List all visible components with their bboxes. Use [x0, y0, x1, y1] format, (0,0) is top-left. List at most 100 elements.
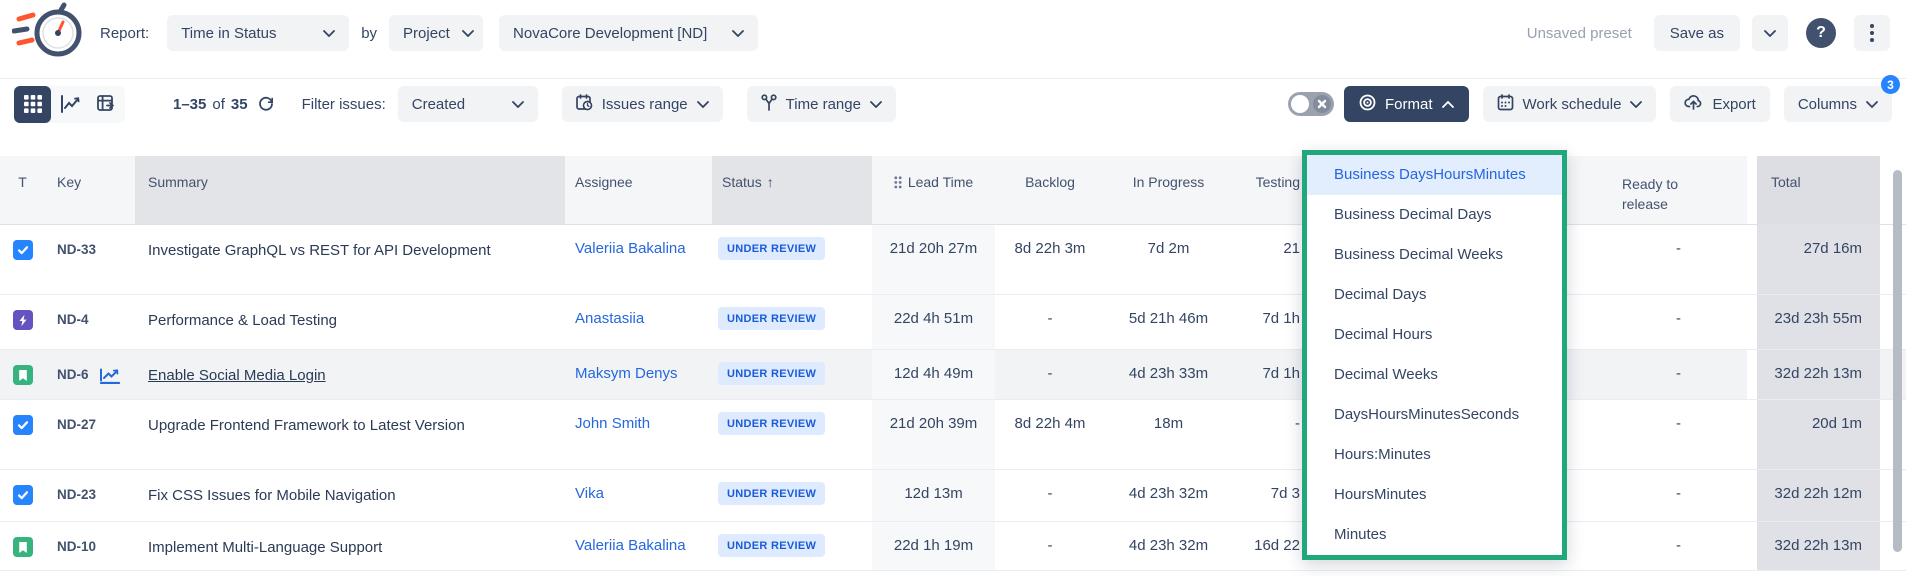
- issue-key[interactable]: ND-6: [57, 367, 89, 382]
- format-menu-item[interactable]: Business Decimal Days: [1307, 195, 1562, 235]
- format-menu-item[interactable]: Hours:Minutes: [1307, 435, 1562, 475]
- refresh-icon[interactable]: [258, 96, 274, 112]
- drag-handle-icon[interactable]: [894, 176, 902, 192]
- issue-key[interactable]: ND-27: [57, 417, 96, 432]
- work-schedule-button[interactable]: Work schedule: [1483, 86, 1657, 122]
- bolt-icon: [13, 310, 33, 330]
- issue-summary-link[interactable]: Investigate GraphQL vs REST for API Deve…: [148, 242, 491, 259]
- column-header-key[interactable]: Key: [45, 156, 135, 224]
- chevron-down-icon: [311, 30, 335, 37]
- status-badge: UNDER REVIEW: [718, 534, 825, 557]
- format-menu-item[interactable]: Minutes: [1307, 515, 1562, 555]
- report-type-select[interactable]: Time in Status: [167, 15, 349, 51]
- help-button[interactable]: ?: [1806, 18, 1836, 48]
- table-row[interactable]: ND-10 Implement Multi-Language Support V…: [0, 522, 1906, 571]
- issues-range-button[interactable]: Issues range: [562, 86, 723, 122]
- column-header-type[interactable]: T: [0, 156, 45, 224]
- preset-status-text: Unsaved preset: [1527, 25, 1632, 42]
- format-dropdown-menu: Business DaysHoursMinutes Business Decim…: [1302, 150, 1567, 560]
- column-header-in-progress[interactable]: In Progress: [1105, 156, 1232, 224]
- calendar-icon: [1497, 94, 1514, 115]
- format-menu-item[interactable]: DaysHoursMinutesSeconds: [1307, 395, 1562, 435]
- column-header-ready-to-release[interactable]: Ready to release: [1610, 156, 1747, 224]
- in-progress-value: 4d 23h 33m: [1105, 350, 1232, 399]
- cloud-export-icon: [1684, 94, 1703, 114]
- status-badge: UNDER REVIEW: [718, 362, 825, 385]
- group-by-select[interactable]: Project: [389, 15, 483, 51]
- format-menu-item[interactable]: Decimal Hours: [1307, 315, 1562, 355]
- export-button[interactable]: Export: [1670, 86, 1769, 122]
- assignee-link[interactable]: Valeriia Bakalina: [575, 537, 686, 554]
- table-header-row: T Key Summary Assignee Status↑ Lead Time…: [0, 156, 1906, 225]
- ready-to-release-value: -: [1610, 350, 1747, 399]
- column-header-lead-time[interactable]: Lead Time: [872, 156, 995, 224]
- save-as-button[interactable]: Save as: [1654, 15, 1740, 51]
- time-range-button[interactable]: Time range: [747, 86, 896, 122]
- assignee-link[interactable]: John Smith: [575, 415, 650, 432]
- total-value: 32d 22h 12m: [1747, 470, 1880, 521]
- time-in-status-app: Report: Time in Status by Project NovaCo…: [0, 0, 1906, 576]
- total-value: 32d 22h 13m: [1747, 522, 1880, 570]
- assignee-link[interactable]: Anastasiia: [575, 310, 644, 327]
- trend-chart-icon[interactable]: [99, 368, 121, 387]
- backlog-value: -: [995, 350, 1105, 399]
- ready-to-release-value: -: [1610, 522, 1747, 570]
- backlog-value: -: [995, 470, 1105, 521]
- issue-key[interactable]: ND-4: [57, 312, 89, 327]
- lead-time-value: 22d 1h 19m: [872, 522, 995, 570]
- save-options-chevron-button[interactable]: [1752, 15, 1788, 51]
- format-button[interactable]: Format: [1344, 86, 1469, 122]
- table-row[interactable]: ND-33 Investigate GraphQL vs REST for AP…: [0, 225, 1906, 295]
- issue-key[interactable]: ND-23: [57, 487, 96, 502]
- view-switcher: [14, 86, 125, 123]
- columns-button[interactable]: Columns: [1784, 86, 1892, 122]
- column-header-backlog[interactable]: Backlog: [995, 156, 1105, 224]
- chart-view-button[interactable]: [51, 86, 88, 123]
- task-check-icon: [13, 485, 33, 505]
- app-logo-stopwatch-icon: [12, 2, 88, 65]
- assignee-link[interactable]: Vika: [575, 485, 604, 502]
- total-value: 27d 16m: [1747, 225, 1880, 294]
- report-toolbar: 1–35 of 35 Filter issues: Created Issues…: [14, 86, 1892, 122]
- issue-key[interactable]: ND-10: [57, 539, 96, 554]
- header-divider: [0, 78, 1906, 79]
- assignee-link[interactable]: Valeriia Bakalina: [575, 240, 686, 257]
- column-header-assignee[interactable]: Assignee: [565, 156, 712, 224]
- issue-summary-link[interactable]: Upgrade Frontend Framework to Latest Ver…: [148, 417, 465, 434]
- issue-summary-link[interactable]: Fix CSS Issues for Mobile Navigation: [148, 487, 396, 504]
- task-check-icon: [13, 240, 33, 260]
- format-menu-item[interactable]: Business Decimal Weeks: [1307, 235, 1562, 275]
- format-menu-item-selected[interactable]: Business DaysHoursMinutes: [1307, 155, 1562, 195]
- status-badge: UNDER REVIEW: [718, 307, 825, 330]
- format-menu-item[interactable]: HoursMinutes: [1307, 475, 1562, 515]
- issue-summary-link[interactable]: Implement Multi-Language Support: [148, 539, 382, 556]
- total-value: 20d 1m: [1747, 400, 1880, 469]
- format-menu-item[interactable]: Decimal Weeks: [1307, 355, 1562, 395]
- format-menu-item[interactable]: Decimal Days: [1307, 275, 1562, 315]
- compare-toggle-off[interactable]: [1288, 92, 1334, 116]
- story-icon: [13, 365, 33, 385]
- column-header-status[interactable]: Status↑: [712, 156, 872, 224]
- table-row-highlighted[interactable]: ND-6 Enable Social Media Login Maksym De…: [0, 350, 1906, 400]
- filter-field-select[interactable]: Created: [398, 86, 538, 122]
- assignee-link[interactable]: Maksym Denys: [575, 365, 678, 382]
- total-value: 23d 23h 55m: [1747, 295, 1880, 349]
- lead-time-value: 22d 4h 51m: [872, 295, 995, 349]
- pivot-view-button[interactable]: [88, 86, 125, 123]
- table-row[interactable]: ND-23 Fix CSS Issues for Mobile Navigati…: [0, 470, 1906, 522]
- ready-to-release-value: -: [1610, 295, 1747, 349]
- column-header-total[interactable]: Total: [1747, 156, 1880, 224]
- lead-time-value: 21d 20h 39m: [872, 400, 995, 469]
- issue-summary-link[interactable]: Performance & Load Testing: [148, 312, 337, 329]
- vertical-scrollbar-thumb[interactable]: [1893, 170, 1902, 552]
- project-select[interactable]: NovaCore Development [ND]: [499, 15, 758, 51]
- backlog-value: -: [995, 522, 1105, 570]
- grid-view-button[interactable]: [14, 86, 51, 123]
- table-row[interactable]: ND-27 Upgrade Frontend Framework to Late…: [0, 400, 1906, 470]
- column-header-summary[interactable]: Summary: [135, 156, 565, 224]
- table-row[interactable]: ND-4 Performance & Load Testing Anastasi…: [0, 295, 1906, 350]
- issue-summary-link[interactable]: Enable Social Media Login: [148, 367, 326, 384]
- issue-key[interactable]: ND-33: [57, 242, 96, 257]
- by-label: by: [361, 25, 377, 42]
- kebab-menu-button[interactable]: [1854, 15, 1890, 51]
